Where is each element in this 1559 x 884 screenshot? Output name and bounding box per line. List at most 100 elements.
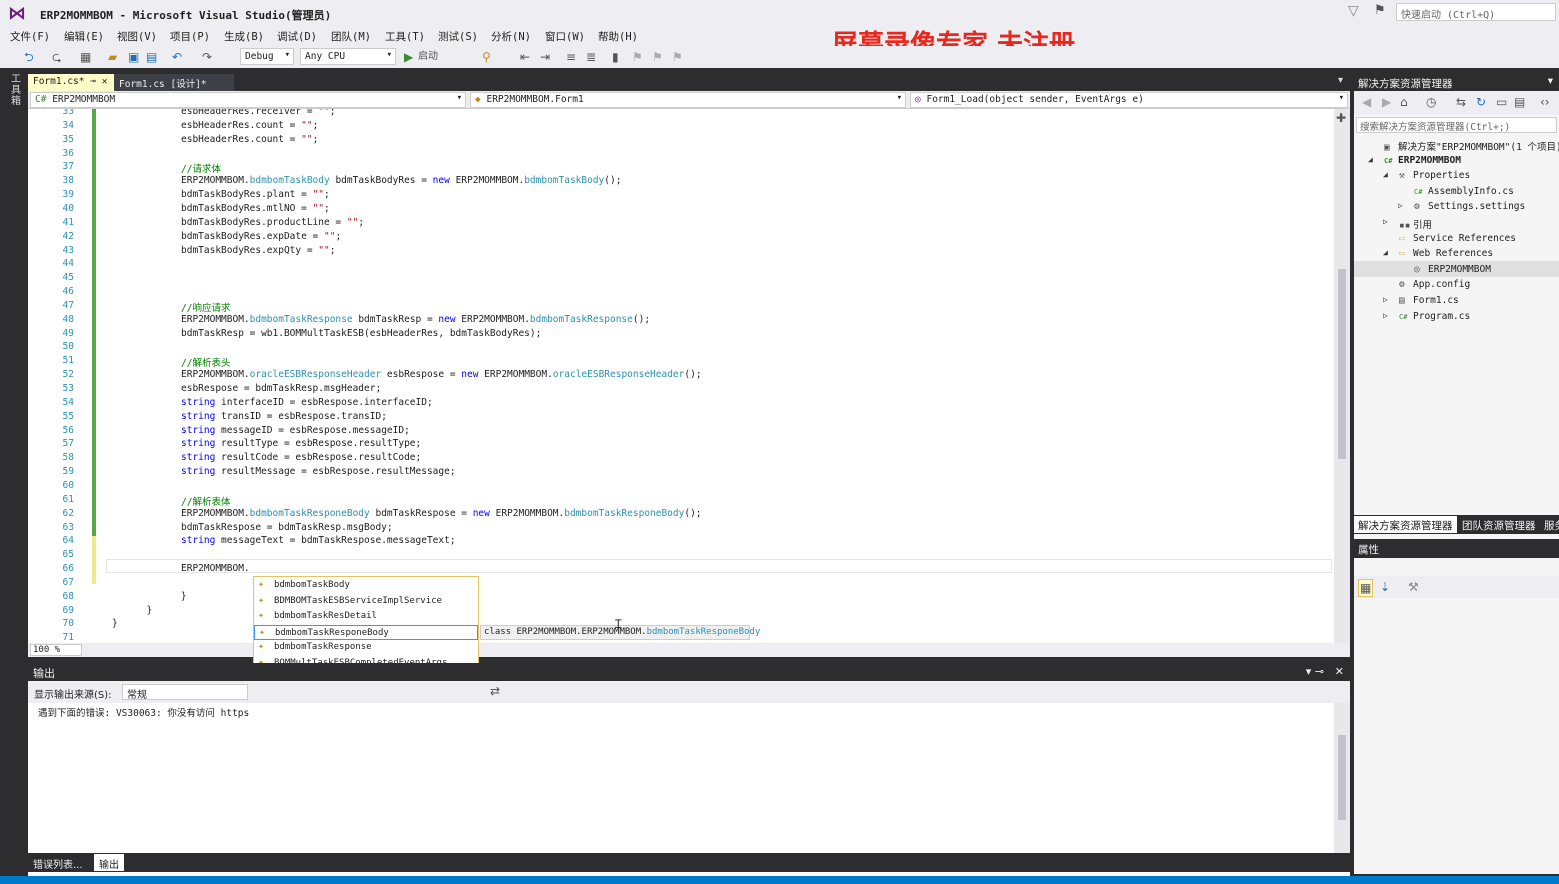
home-icon[interactable]: ⌂ [1400, 94, 1408, 110]
expander-icon[interactable]: ◢ [1368, 155, 1373, 164]
redo-icon[interactable]: ↷ [202, 49, 212, 65]
tab-overflow-icon[interactable]: ▾ [1338, 75, 1343, 86]
tree-node[interactable]: ▣ 解决方案"ERP2MOMMBOM"(1 个项目) [1384, 139, 1559, 153]
uncomment-icon[interactable]: ≣ [586, 49, 596, 65]
class-dropdown[interactable]: ◆ ERP2MOMMBOM.Form1 [470, 92, 906, 108]
notification-filter-icon[interactable]: ▽ [1348, 3, 1359, 19]
back-icon[interactable]: ◀ [1362, 94, 1371, 110]
next-bookmark-icon[interactable]: ⚑ [652, 49, 663, 65]
tree-node[interactable]: ◎ ERP2MOMMBOM [1414, 264, 1491, 275]
tree-node[interactable]: C# AssemblyInfo.cs [1414, 186, 1514, 197]
expander-icon[interactable]: ▷ [1398, 201, 1403, 210]
output-source-select[interactable]: 常规 [122, 684, 248, 701]
menu-tools[interactable]: 工具(T) [385, 29, 425, 44]
comment-icon[interactable]: ≡ [566, 49, 576, 65]
tree-node[interactable]: ▭ Service References [1399, 233, 1516, 244]
tab-output[interactable]: 输出 [94, 854, 124, 871]
forward-icon[interactable]: ▶ [1382, 94, 1391, 110]
expander-icon[interactable]: ▷ [1383, 295, 1388, 304]
pin-icon[interactable]: ▾ ⊸ [1306, 665, 1324, 678]
scrollbar-thumb[interactable] [1338, 269, 1346, 459]
code-editor[interactable]: ✚ 33 esbHeaderRes.receiver = ""; 34 esbHead… [28, 109, 1350, 643]
undo-icon[interactable]: ↶ [172, 49, 182, 65]
code-line: ERP2MOMMBOM.oracleESBResponseHeader esbR… [181, 369, 702, 380]
show-all-files-icon[interactable]: ▤ [1514, 94, 1525, 110]
new-project-icon[interactable]: ▦ [80, 49, 91, 65]
pin-icon[interactable]: ⊸ [90, 76, 96, 87]
menu-team[interactable]: 团队(M) [331, 29, 371, 44]
menu-view[interactable]: 视图(V) [117, 29, 157, 44]
expander-icon[interactable]: ▷ [1383, 311, 1388, 320]
forward-icon[interactable]: ⮎ [52, 49, 62, 65]
code-token: bdmTaskBodyRes.mtlNO = [181, 202, 313, 214]
menu-debug[interactable]: 调试(D) [277, 29, 317, 44]
solution-configuration-select[interactable]: Debug [240, 48, 294, 65]
tree-node[interactable]: ◢ C# ERP2MOMMBOM [1368, 155, 1461, 166]
collapse-all-icon[interactable]: ▭ [1496, 94, 1507, 110]
menu-test[interactable]: 测试(S) [438, 29, 478, 44]
expander-icon[interactable]: ◢ [1383, 170, 1388, 179]
tree-node[interactable]: ◢ ▭ Web References [1383, 248, 1493, 259]
expander-icon[interactable]: ◢ [1383, 248, 1388, 257]
categorized-icon[interactable]: ▦ [1358, 579, 1374, 597]
feedback-icon[interactable]: ⚑ [1374, 3, 1386, 18]
save-icon[interactable]: ▣ [128, 49, 139, 65]
pending-changes-icon[interactable]: ◷ [1426, 94, 1436, 110]
panel-menu-icon[interactable]: ▾ [1548, 75, 1553, 87]
open-file-icon[interactable]: ▰ [108, 49, 117, 65]
sync-icon[interactable]: ⇆ [1456, 94, 1466, 110]
bookmark-icon[interactable]: ▮ [612, 49, 619, 65]
expander-icon[interactable]: ▷ [1383, 217, 1388, 226]
tree-node[interactable]: ▷ C# Program.cs [1383, 311, 1470, 322]
intellisense-item[interactable]: ✦ bdmbomTaskResDetail [254, 609, 478, 625]
tab-solution-explorer[interactable]: 解决方案资源管理器 [1354, 516, 1457, 533]
member-dropdown[interactable]: ◎ Form1_Load(object sender, EventArgs e) [910, 92, 1348, 108]
tab-form1-cs[interactable]: Form1.cs* ⊸ ✕ [28, 74, 114, 91]
tree-node[interactable]: ▷ ▪▪ 引用 [1383, 217, 1432, 231]
zoom-select[interactable]: 100 % [30, 644, 82, 656]
clear-bookmarks-icon[interactable]: ⚑ [672, 49, 683, 65]
step-over-icon[interactable]: ⇥ [540, 49, 550, 65]
intellisense-item[interactable]: ✦ bdmbomTaskResponse [254, 640, 478, 656]
menu-window[interactable]: 窗口(W) [545, 29, 585, 44]
tab-error-list[interactable]: 错误列表... [28, 854, 88, 871]
tree-node[interactable]: ⚙ App.config [1399, 279, 1470, 290]
tree-node[interactable]: ▷ ⚙ Settings.settings [1398, 201, 1525, 212]
tab-server-explorer[interactable]: 服务 [1540, 516, 1559, 533]
property-pages-icon[interactable]: ⚒ [1408, 579, 1419, 595]
project-dropdown[interactable]: C# ERP2MOMMBOM [30, 92, 466, 108]
menu-build[interactable]: 生成(B) [224, 29, 264, 44]
tree-node[interactable]: ▷ ▤ Form1.cs [1383, 295, 1459, 306]
quick-launch-input[interactable]: 快速启动 (Ctrl+Q) [1396, 3, 1556, 21]
menu-help[interactable]: 帮助(H) [598, 29, 638, 44]
close-icon[interactable]: ✕ [102, 76, 108, 87]
menu-file[interactable]: 文件(F) [10, 29, 50, 44]
intellisense-item[interactable]: ✦ bdmbomTaskResponeBody [254, 624, 478, 640]
back-icon[interactable]: ⮌ [24, 49, 34, 65]
start-button[interactable]: 启动 [418, 49, 438, 65]
toolbox-tab[interactable]: 工具箱 [8, 74, 24, 110]
prev-bookmark-icon[interactable]: ⚑ [632, 49, 643, 65]
tree-node[interactable]: ◢ ⚒ Properties [1383, 170, 1470, 181]
close-icon[interactable]: ✕ [1335, 665, 1344, 678]
save-all-icon[interactable]: ▤ [146, 49, 157, 65]
alphabetical-icon[interactable]: ⇣ [1380, 579, 1390, 595]
word-wrap-icon[interactable]: ⇄ [490, 684, 500, 698]
menu-edit[interactable]: 编辑(E) [64, 29, 104, 44]
tab-form1-designer[interactable]: Form1.cs [设计]* [114, 74, 234, 91]
start-debug-icon[interactable]: ▶ [404, 49, 413, 65]
menu-analyze[interactable]: 分析(N) [491, 29, 531, 44]
tab-team-explorer[interactable]: 团队资源管理器 [1458, 516, 1540, 533]
find-in-files-icon[interactable]: ⚲ [482, 49, 491, 65]
solution-search-input[interactable]: 搜索解决方案资源管理器(Ctrl+;) [1356, 117, 1557, 133]
intellisense-item[interactable]: ✦ BDMBOMTaskESBServiceImplService [254, 594, 478, 610]
code-token: string [181, 410, 216, 422]
intellisense-item[interactable]: ✦ bdmbomTaskBody [254, 578, 478, 594]
step-icon[interactable]: ⇤ [520, 49, 530, 65]
split-editor-icon[interactable]: ✚ [1336, 111, 1346, 125]
solution-platform-select[interactable]: Any CPU [300, 48, 396, 65]
view-code-icon[interactable]: ‹› [1540, 94, 1550, 110]
refresh-icon[interactable]: ↻ [1476, 94, 1486, 110]
menu-project[interactable]: 项目(P) [170, 29, 210, 44]
output-scrollbar-thumb[interactable] [1338, 735, 1346, 820]
